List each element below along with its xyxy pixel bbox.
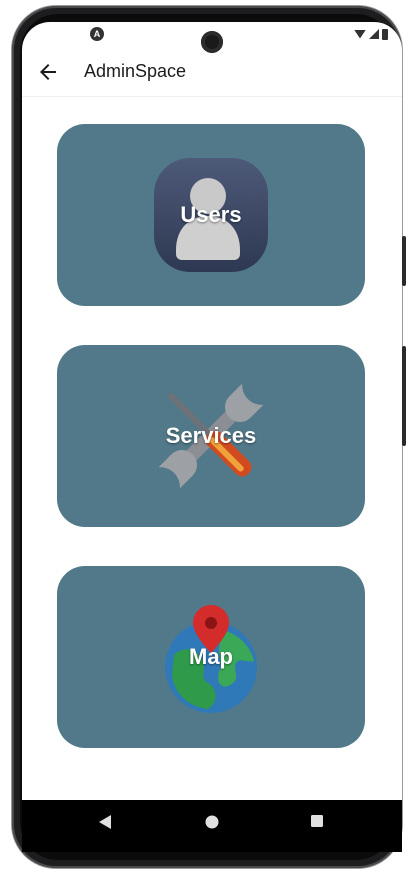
power-button (402, 346, 406, 446)
map-label: Map (189, 644, 233, 669)
status-icons (354, 27, 388, 41)
users-card[interactable]: Users (57, 124, 365, 306)
users-label: Users (180, 202, 242, 227)
services-label: Services (165, 423, 257, 448)
signal-icon (369, 29, 379, 39)
android-nav-bar (22, 800, 402, 852)
home-circle-icon[interactable] (204, 814, 220, 830)
battery-icon (382, 28, 388, 40)
services-card[interactable]: Services (57, 345, 365, 527)
app-screen: A AdminSpace Users Services Map (22, 22, 402, 852)
arrow-back-icon[interactable] (36, 60, 60, 84)
page-title: AdminSpace (84, 61, 187, 81)
back-triangle-icon[interactable] (98, 814, 112, 830)
map-card[interactable]: Map (57, 566, 365, 748)
android-icon: A (90, 27, 104, 41)
status-bar: A (22, 22, 402, 53)
recents-square-icon[interactable] (310, 814, 324, 828)
app-bar: AdminSpace (22, 48, 402, 97)
volume-button (402, 236, 406, 286)
wifi-icon (354, 29, 366, 39)
